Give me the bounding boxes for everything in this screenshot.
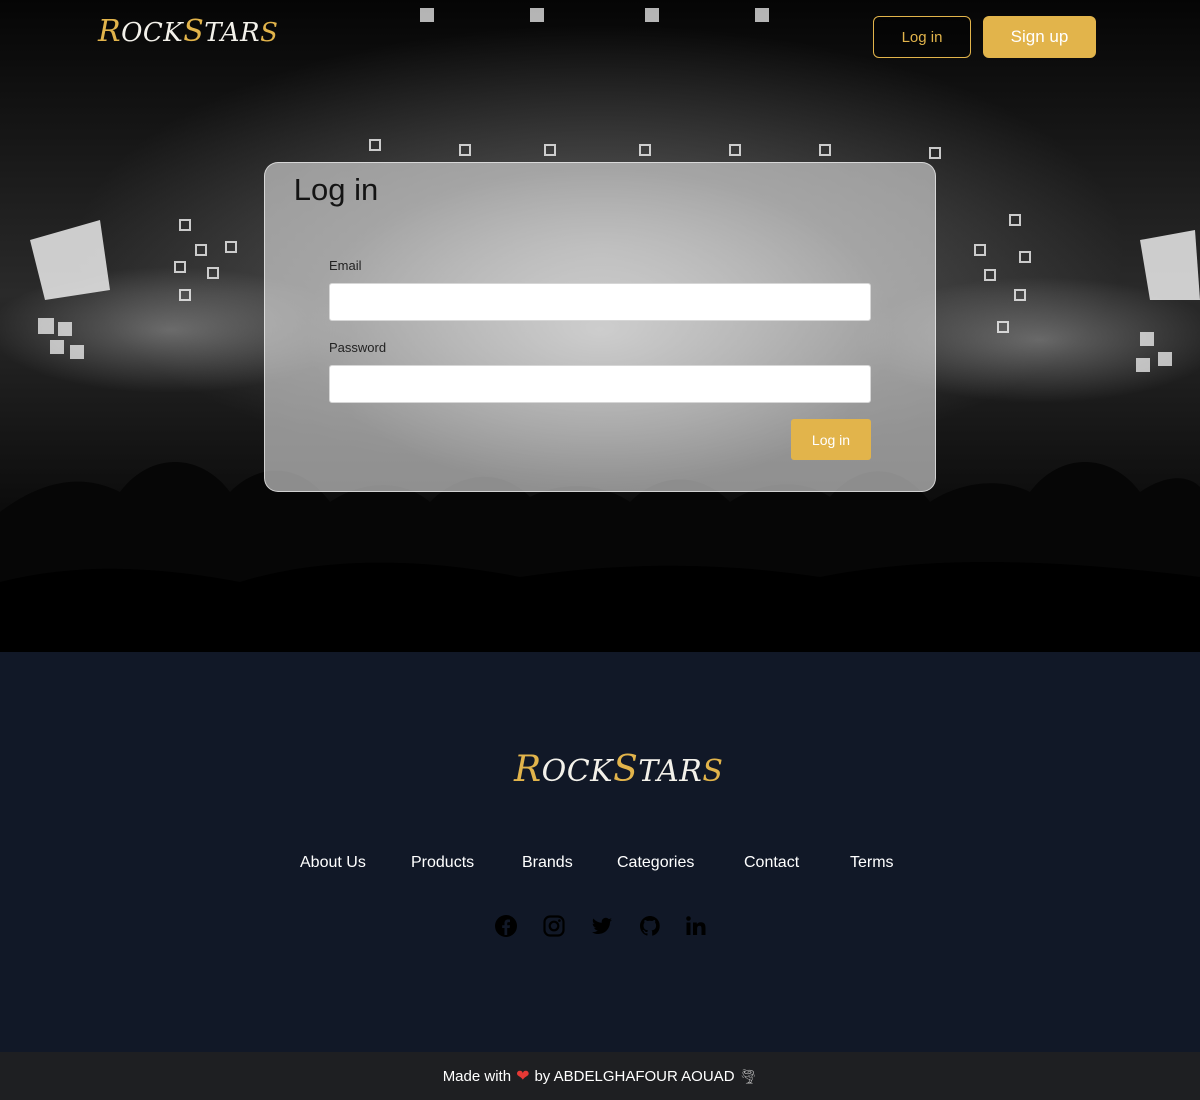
footer-brand-logo[interactable]: ROCKSTARS [514,749,723,790]
email-label: Email [329,258,362,273]
twitter-icon[interactable] [590,914,614,938]
footer-link-brands[interactable]: Brands [522,854,573,872]
credits-bar: Made with ❤ by ABDELGHAFOUR AOUAD 🌪 [0,1052,1200,1100]
footer-link-categories[interactable]: Categories [617,854,694,872]
navbar: ROCKSTARS Log in Sign up [0,0,1200,80]
email-field[interactable] [329,283,871,321]
facebook-icon[interactable] [494,914,518,938]
footer: ROCKSTARS About Us Products Brands Categ… [0,652,1200,1052]
footer-link-contact[interactable]: Contact [744,854,799,872]
linkedin-icon[interactable] [684,914,708,938]
social-links [0,914,1200,942]
made-with-text: Made with [442,1067,512,1085]
footer-links: About Us Products Brands Categories Cont… [0,854,1200,878]
brand-logo[interactable]: ROCKSTARS [98,14,278,49]
footer-link-terms[interactable]: Terms [850,854,894,872]
nav-signup-button[interactable]: Sign up [983,16,1096,58]
footer-link-products[interactable]: Products [411,854,474,872]
instagram-icon[interactable] [542,914,566,938]
tornado-icon: 🌪 [739,1067,758,1084]
password-label: Password [329,340,387,355]
login-submit-button[interactable]: Log in [791,419,871,460]
github-icon[interactable] [638,914,662,938]
login-title: Log in [293,172,379,207]
footer-link-about-us[interactable]: About Us [300,854,366,872]
nav-login-button[interactable]: Log in [873,16,971,58]
author-text: by ABDELGHAFOUR AOUAD [534,1067,735,1085]
heart-icon: ❤ [516,1068,530,1085]
password-field[interactable] [329,365,871,403]
hero-section: ROCKSTARS Log in Sign up Log in Email Pa… [0,0,1200,652]
